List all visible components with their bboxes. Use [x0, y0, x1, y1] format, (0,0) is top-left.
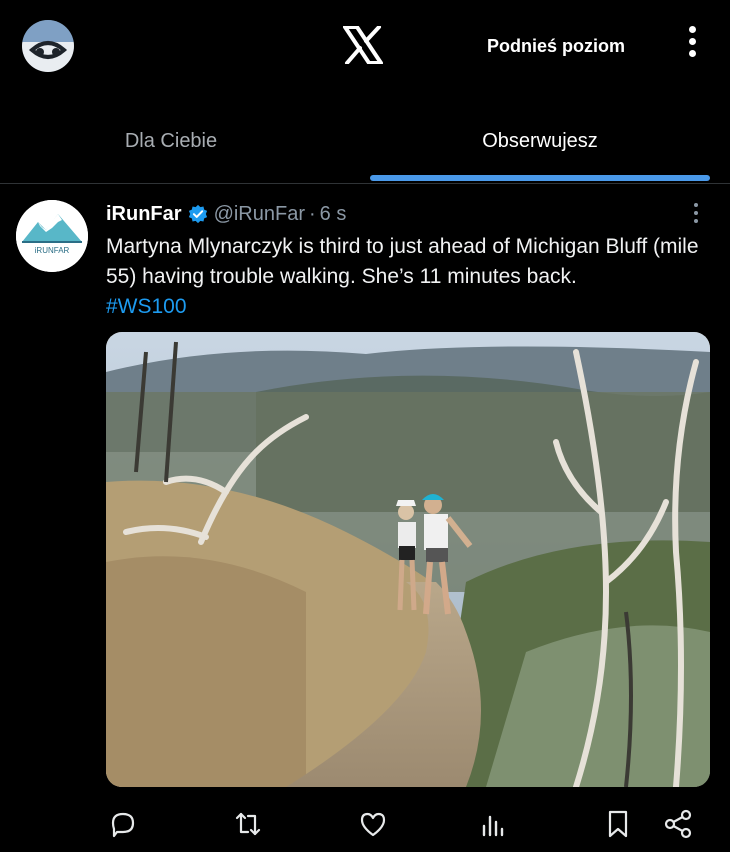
timeline-tabs: Dla Ciebie Obserwujesz [0, 100, 730, 184]
trail-photo [106, 332, 710, 787]
tweet-more-icon[interactable] [693, 203, 699, 227]
tweet-author-name[interactable]: iRunFar [106, 203, 182, 226]
tweet-actions [0, 800, 730, 848]
tweet-media-photo[interactable] [106, 332, 710, 787]
views-icon[interactable] [477, 808, 509, 840]
tab-following[interactable]: Obserwujesz [370, 100, 710, 184]
tweet-header: iRunFar @iRunFar · 6 s [106, 200, 346, 228]
bookmark-icon[interactable] [602, 808, 634, 840]
tweet-author-handle[interactable]: @iRunFar [214, 203, 305, 226]
tweet-text: Martyna Mlynarczyk is third to just ahea… [106, 235, 699, 288]
share-icon[interactable] [662, 808, 694, 840]
top-bar: Podnieś poziom [0, 0, 730, 92]
tweet-body: Martyna Mlynarczyk is third to just ahea… [106, 232, 716, 322]
x-logo-icon [343, 25, 383, 65]
like-icon[interactable] [357, 808, 389, 840]
profile-avatar[interactable] [22, 20, 74, 72]
verified-badge-icon [188, 204, 207, 224]
tweet-timestamp[interactable]: 6 s [320, 203, 347, 226]
tweet-author-avatar[interactable]: iRUNFAR [16, 200, 88, 272]
avatar-logo-text: iRUNFAR [35, 246, 70, 255]
reply-icon[interactable] [107, 808, 139, 840]
upgrade-button[interactable]: Podnieś poziom [487, 36, 625, 57]
more-options-icon[interactable] [684, 26, 700, 66]
tab-for-you[interactable]: Dla Ciebie [0, 100, 342, 184]
active-tab-indicator [370, 175, 710, 181]
header-separator: · [309, 202, 316, 225]
tweet-hashtag[interactable]: #WS100 [106, 292, 716, 322]
retweet-icon[interactable] [232, 808, 264, 840]
